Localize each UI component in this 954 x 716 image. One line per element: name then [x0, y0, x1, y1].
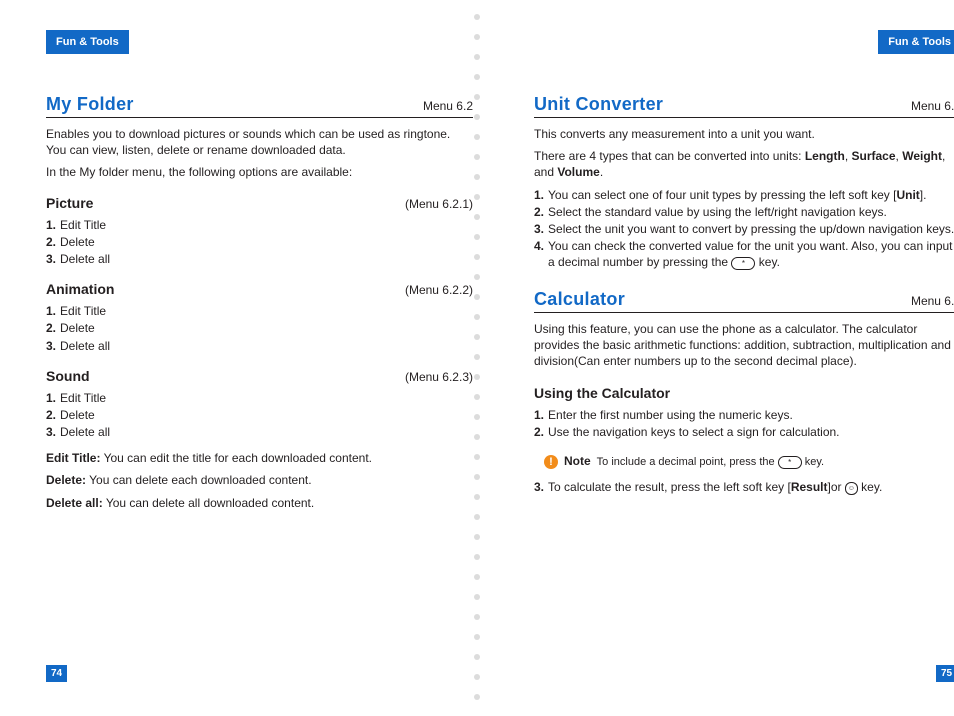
- menu-ref-6-3: Menu 6.3: [911, 99, 954, 113]
- def-delete-all: Delete all: You can delete all downloade…: [46, 495, 473, 511]
- section-calculator: Calculator Menu 6.4: [534, 289, 954, 313]
- list-unit-steps: 1.You can select one of four unit types …: [534, 187, 954, 271]
- menu-ref-6-2-3: (Menu 6.2.3): [405, 370, 473, 384]
- spiral-binding: [474, 0, 480, 716]
- list-calc-step3: 3.To calculate the result, press the lef…: [534, 479, 954, 495]
- subsection-animation: Animation (Menu 6.2.2): [46, 281, 473, 297]
- subhead-sound: Sound: [46, 368, 90, 384]
- unit-para-2: There are 4 types that can be converted …: [534, 148, 954, 180]
- page-right: Fun & Tools Unit Converter Menu 6.3 This…: [534, 30, 954, 506]
- intro-para-1: Enables you to download pictures or soun…: [46, 126, 473, 158]
- star-key-icon: *: [778, 456, 802, 469]
- note-callout: ! NoteTo include a decimal point, press …: [544, 454, 954, 469]
- list-calc-steps: 1.Enter the first number using the numer…: [534, 407, 954, 440]
- list-animation: 1.Edit Title 2.Delete 3.Delete all: [46, 303, 473, 354]
- heading-unit-converter: Unit Converter: [534, 94, 663, 115]
- note-label: Note: [564, 454, 591, 468]
- menu-ref-6-4: Menu 6.4: [911, 294, 954, 308]
- page-number-left: 74: [46, 665, 67, 682]
- list-picture: 1.Edit Title 2.Delete 3.Delete all: [46, 217, 473, 268]
- menu-ref-6-2-2: (Menu 6.2.2): [405, 283, 473, 297]
- star-key-icon: *: [731, 257, 755, 270]
- section-my-folder: My Folder Menu 6.2: [46, 94, 473, 118]
- menu-ref-6-2-1: (Menu 6.2.1): [405, 197, 473, 211]
- nav-key-icon: ☺: [845, 482, 858, 495]
- alert-icon: !: [544, 455, 558, 469]
- subhead-animation: Animation: [46, 281, 114, 297]
- page-left: Fun & Tools My Folder Menu 6.2 Enables y…: [46, 30, 473, 517]
- heading-calculator: Calculator: [534, 289, 625, 310]
- list-sound: 1.Edit Title 2.Delete 3.Delete all: [46, 390, 473, 441]
- calc-para: Using this feature, you can use the phon…: [534, 321, 954, 370]
- def-delete: Delete: You can delete each downloaded c…: [46, 472, 473, 488]
- subsection-picture: Picture (Menu 6.2.1): [46, 195, 473, 211]
- menu-ref-6-2: Menu 6.2: [423, 99, 473, 113]
- unit-para-1: This converts any measurement into a uni…: [534, 126, 954, 142]
- section-unit-converter: Unit Converter Menu 6.3: [534, 94, 954, 118]
- heading-my-folder: My Folder: [46, 94, 134, 115]
- subsection-sound: Sound (Menu 6.2.3): [46, 368, 473, 384]
- intro-para-2: In the My folder menu, the following opt…: [46, 164, 473, 180]
- breadcrumb-left: Fun & Tools: [46, 30, 129, 54]
- def-edit-title: Edit Title: You can edit the title for e…: [46, 450, 473, 466]
- subhead-using-calculator: Using the Calculator: [534, 385, 954, 401]
- breadcrumb-right: Fun & Tools: [878, 30, 954, 54]
- subhead-picture: Picture: [46, 195, 93, 211]
- page-number-right: 75: [936, 665, 954, 682]
